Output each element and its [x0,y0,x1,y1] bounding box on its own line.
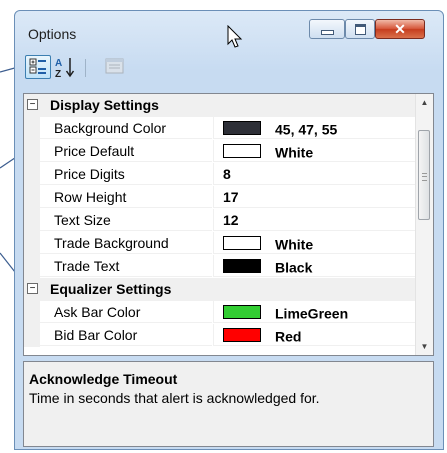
row-gutter [24,209,40,232]
mouse-cursor-icon [227,24,243,54]
minimize-icon [310,20,344,38]
property-row-text-size[interactable]: Text Size 12 [24,209,416,232]
property-row-bid-bar-color[interactable]: Bid Bar Color Red [24,324,416,347]
svg-text:A: A [55,58,62,69]
alphabetical-button[interactable]: A Z [53,55,79,80]
scroll-down-icon[interactable]: ▼ [416,338,433,355]
property-row-price-default[interactable]: Price Default White [24,140,416,163]
help-title: Acknowledge Timeout [29,371,178,387]
property-value[interactable]: Black [213,255,416,277]
property-value[interactable]: 8 [213,163,416,185]
row-gutter [24,117,40,140]
property-value-text: LimeGreen [275,305,349,322]
grip-icon [422,173,427,181]
window-title: Options [28,26,77,42]
color-swatch [223,236,261,251]
property-value[interactable]: Red [213,324,416,346]
property-row-trade-background[interactable]: Trade Background White [24,232,416,255]
property-name: Price Digits [40,163,212,185]
category-label: Display Settings [50,97,159,113]
close-button[interactable]: ✕ [375,19,425,39]
row-gutter [24,140,40,163]
color-swatch [223,144,261,159]
collapse-icon[interactable]: − [27,283,38,294]
category-row-display-settings[interactable]: − Display Settings [24,94,416,117]
property-value-text: White [275,144,314,161]
collapse-icon[interactable]: − [27,99,38,110]
row-gutter [24,301,40,324]
property-row-ask-bar-color[interactable]: Ask Bar Color LimeGreen [24,301,416,324]
property-name: Row Height [40,186,212,208]
property-value[interactable]: 12 [213,209,416,231]
options-window: Options ✕ A Z − Display Settings Backgro… [14,10,444,450]
property-row-row-height[interactable]: Row Height 17 [24,186,416,209]
property-grid-toolbar: A Z [23,53,433,83]
property-value[interactable]: White [213,140,416,162]
property-value[interactable]: White [213,232,416,254]
property-name: Price Default [40,140,212,162]
row-gutter [24,232,40,255]
property-row-trade-text[interactable]: Trade Text Black [24,255,416,278]
property-name: Ask Bar Color [40,301,212,323]
property-row-background-color[interactable]: Background Color 45, 47, 55 [24,117,416,140]
property-value-text: Black [275,259,313,276]
row-gutter [24,324,40,347]
maximize-icon [346,20,374,38]
property-value-text: Red [275,328,302,345]
color-swatch [223,328,261,343]
sort-az-icon: A Z [55,58,75,80]
property-name: Bid Bar Color [40,324,212,346]
property-value[interactable]: LimeGreen [213,301,416,323]
row-gutter [24,163,40,186]
close-icon: ✕ [394,20,406,37]
property-grid[interactable]: − Display Settings Background Color 45, … [23,93,434,356]
property-pages-icon [105,58,124,74]
property-value[interactable]: 45, 47, 55 [213,117,416,139]
scroll-thumb[interactable] [418,130,430,220]
categorized-button[interactable] [25,55,51,79]
row-gutter [24,255,40,278]
help-description: Time in seconds that alert is acknowledg… [29,390,320,406]
vertical-scrollbar[interactable]: ▲ ▼ [415,94,433,355]
svg-text:Z: Z [55,69,61,79]
property-row-price-digits[interactable]: Price Digits 8 [24,163,416,186]
property-value[interactable]: 17 [213,186,416,208]
category-row-equalizer-settings[interactable]: − Equalizer Settings [24,278,416,301]
color-swatch [223,121,261,136]
property-name: Trade Text [40,255,212,277]
color-swatch [223,259,261,274]
property-value-text: White [275,236,314,253]
property-name: Text Size [40,209,212,231]
row-gutter [24,186,40,209]
category-label: Equalizer Settings [50,281,172,297]
maximize-button[interactable] [345,19,375,39]
property-value-text: 45, 47, 55 [275,121,338,138]
toolbar-separator [85,59,86,77]
color-swatch [223,305,261,320]
help-panel: Acknowledge Timeout Time in seconds that… [23,361,434,447]
scroll-up-icon[interactable]: ▲ [416,94,433,111]
minimize-button[interactable] [309,19,345,39]
property-pages-button[interactable] [103,55,129,79]
property-name: Trade Background [40,232,212,254]
categorized-icon [29,58,46,74]
property-name: Background Color [40,117,212,139]
